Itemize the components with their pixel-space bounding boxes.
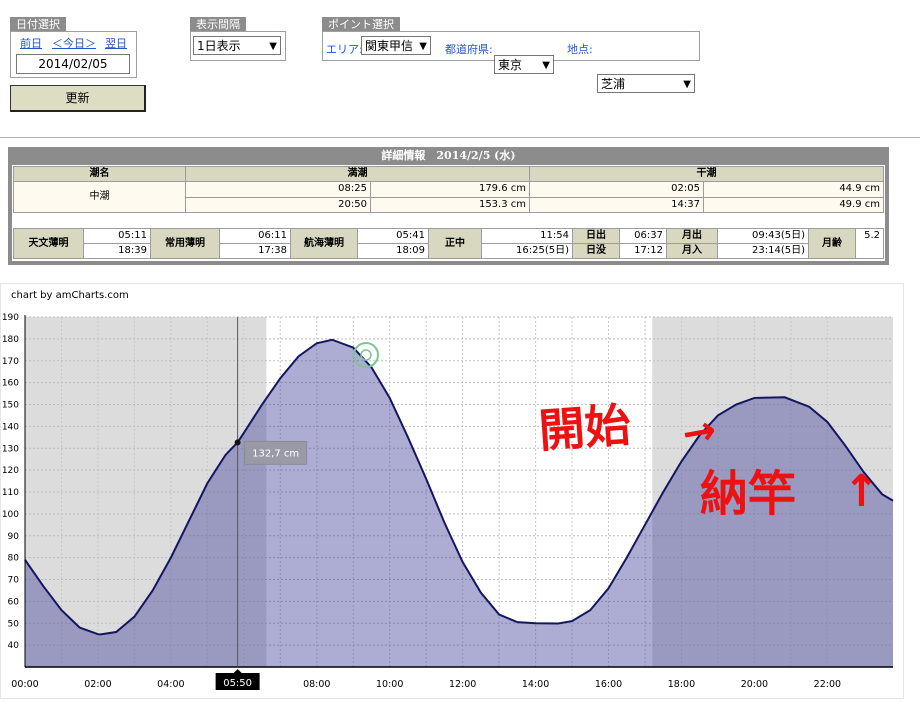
y-tick-label: 140 [2, 422, 19, 432]
y-tick-label: 40 [8, 641, 20, 651]
cursor-time-pointer [233, 669, 242, 673]
annotation-arrow-up: ↑ [843, 466, 880, 517]
y-tick-label: 130 [2, 444, 19, 454]
y-tick-label: 110 [2, 488, 19, 498]
x-tick-label: 12:00 [449, 679, 476, 690]
x-tick-label: 00:00 [11, 679, 38, 690]
x-tick-label: 18:00 [668, 679, 695, 690]
y-tick-label: 80 [8, 554, 20, 564]
y-tick-label: 160 [2, 379, 19, 389]
x-tick-label: 02:00 [84, 679, 111, 690]
cursor-time-label: 05:50 [223, 678, 252, 689]
x-tick-label: 10:00 [376, 679, 403, 690]
y-tick-label: 180 [2, 335, 19, 345]
y-tick-label: 60 [8, 597, 20, 607]
y-tick-label: 170 [2, 357, 19, 367]
annotation-start: 開始 [537, 398, 633, 458]
tide-chart[interactable]: 40 50 60 70 80 90 100 110 120 130 140 150 160 170 180 1… [0, 0, 920, 721]
x-tick-label: 20:00 [741, 679, 768, 690]
x-tick-label: 16:00 [595, 679, 622, 690]
x-tick-label: 22:00 [814, 679, 841, 690]
y-tick-label: 90 [8, 532, 20, 542]
y-tick-label: 50 [8, 619, 20, 629]
x-tick-label: 14:00 [522, 679, 549, 690]
y-tick-label: 70 [8, 576, 20, 586]
cursor-tooltip-label: 132,7 cm [252, 448, 299, 459]
cursor-point [234, 439, 241, 446]
x-tick-label: 08:00 [303, 679, 330, 690]
y-tick-label: 190 [2, 313, 19, 323]
x-tick-label: 04:00 [157, 679, 184, 690]
y-tick-label: 120 [2, 466, 19, 476]
y-tick-label: 150 [2, 401, 19, 411]
y-tick-label: 100 [2, 510, 19, 520]
annotation-end: 納竿 [700, 466, 796, 522]
